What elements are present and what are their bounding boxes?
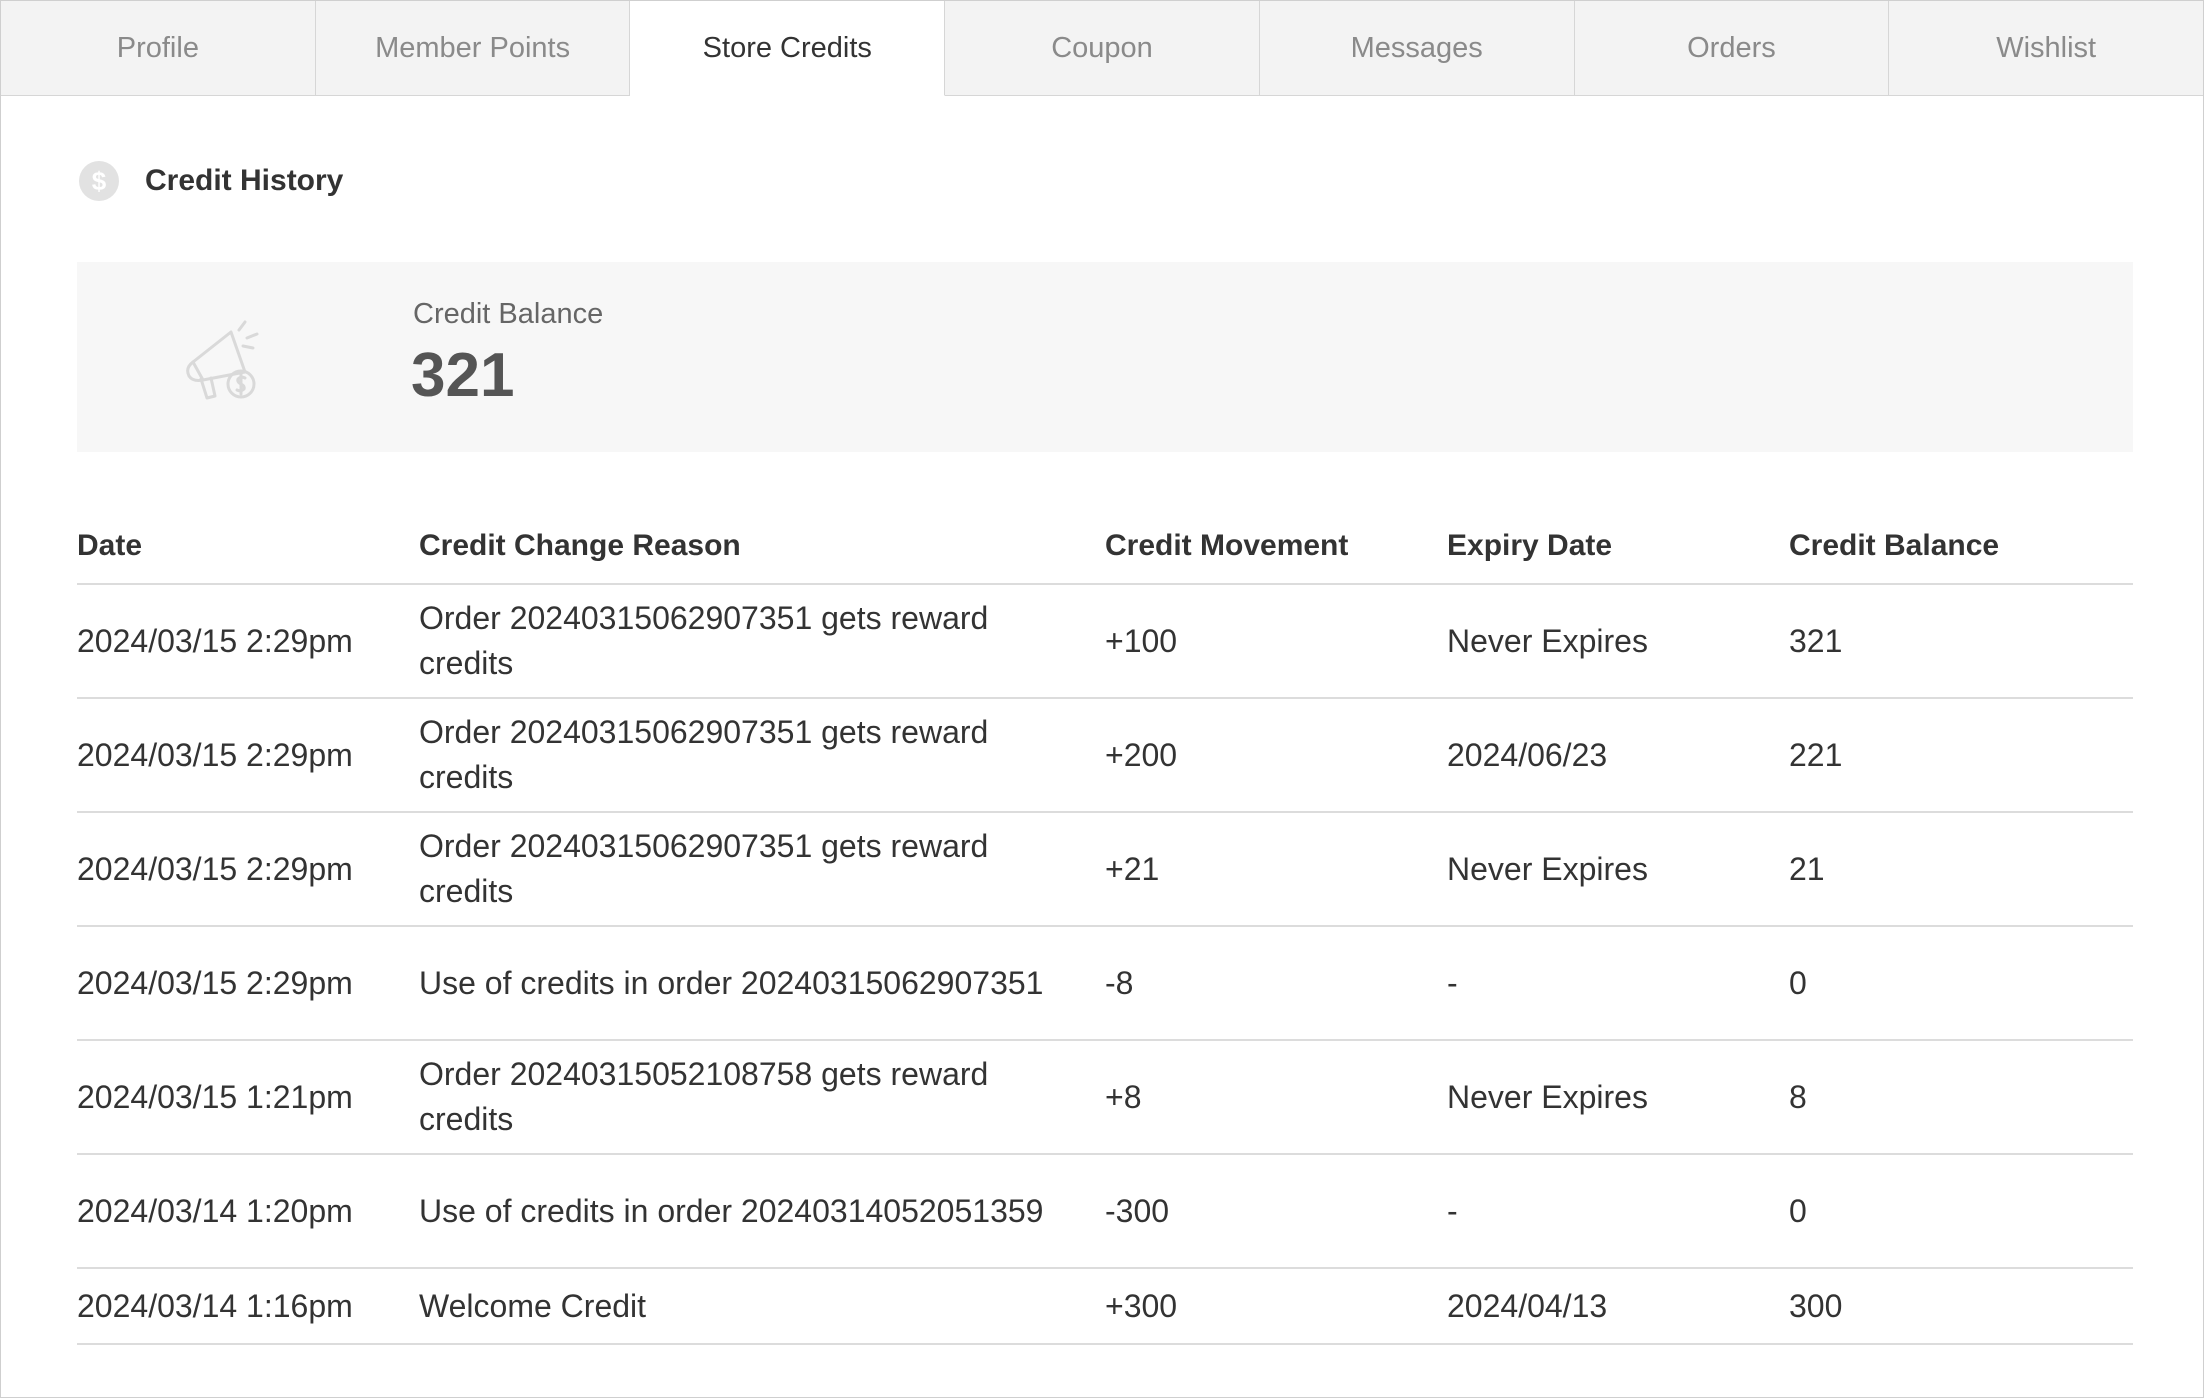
table-row: 2024/03/15 1:21pm Order 2024031505210875… [77,1040,2133,1155]
table-row: 2024/03/14 1:20pm Use of credits in orde… [77,1154,2133,1269]
credit-history-table: Date Credit Change Reason Credit Movemen… [77,509,2133,1345]
row-reason: Use of credits in order 2024031506290735… [419,926,1105,1041]
row-movement: +200 [1105,698,1447,813]
row-reason: Use of credits in order 2024031405205135… [419,1154,1105,1269]
row-date: 2024/03/15 1:21pm [77,1040,419,1155]
credit-balance-value: 321 [411,341,515,410]
table-row: 2024/03/14 1:16pm Welcome Credit +300 20… [77,1268,2133,1345]
tab-member-points[interactable]: Member Points [316,1,631,95]
credit-history-header: $ Credit History [79,159,343,203]
header-balance: Credit Balance [1789,509,2133,585]
row-balance: 0 [1789,1154,2133,1269]
row-date: 2024/03/15 2:29pm [77,584,419,699]
table-row: 2024/03/15 2:29pm Order 2024031506290735… [77,698,2133,813]
row-movement: -8 [1105,926,1447,1041]
row-date: 2024/03/15 2:29pm [77,812,419,927]
row-expiry: 2024/04/13 [1447,1268,1789,1345]
row-movement: +21 [1105,812,1447,927]
row-balance: 0 [1789,926,2133,1041]
row-date: 2024/03/15 2:29pm [77,926,419,1041]
section-title: Credit History [145,164,344,197]
header-expiry: Expiry Date [1447,509,1789,585]
row-expiry: Never Expires [1447,1040,1789,1155]
row-movement: -300 [1105,1154,1447,1269]
megaphone-dollar-icon [186,320,259,400]
tab-wishlist[interactable]: Wishlist [1889,1,2203,95]
header-movement: Credit Movement [1105,509,1447,585]
row-expiry: - [1447,926,1789,1041]
row-reason: Order 20240315062907351 gets reward cred… [419,698,1105,813]
row-expiry: Never Expires [1447,812,1789,927]
table-row: 2024/03/15 2:29pm Order 2024031506290735… [77,812,2133,927]
table-row: 2024/03/15 2:29pm Use of credits in orde… [77,926,2133,1041]
row-reason: Welcome Credit [419,1268,1105,1345]
row-expiry: - [1447,1154,1789,1269]
table-row: 2024/03/15 2:29pm Order 2024031506290735… [77,584,2133,699]
row-movement: +300 [1105,1268,1447,1345]
row-date: 2024/03/14 1:20pm [77,1154,419,1269]
row-date: 2024/03/14 1:16pm [77,1268,419,1345]
account-tabs: Profile Member Points Store Credits Coup… [1,1,2203,96]
credit-balance-label: Credit Balance [413,298,604,330]
tab-store-credits[interactable]: Store Credits [630,1,946,96]
row-reason: Order 20240315062907351 gets reward cred… [419,584,1105,699]
tab-messages[interactable]: Messages [1260,1,1575,95]
row-expiry: Never Expires [1447,584,1789,699]
table-header-row: Date Credit Change Reason Credit Movemen… [77,509,2133,585]
row-balance: 8 [1789,1040,2133,1155]
credit-balance-card: Credit Balance 321 [77,262,2133,452]
row-movement: +8 [1105,1040,1447,1155]
row-balance: 300 [1789,1268,2133,1345]
tab-coupon[interactable]: Coupon [945,1,1260,95]
header-reason: Credit Change Reason [419,509,1105,585]
row-balance: 21 [1789,812,2133,927]
row-movement: +100 [1105,584,1447,699]
row-expiry: 2024/06/23 [1447,698,1789,813]
dollar-circle-icon: $ [79,161,119,201]
tab-profile[interactable]: Profile [1,1,316,95]
account-panel: Profile Member Points Store Credits Coup… [0,0,2204,1398]
row-date: 2024/03/15 2:29pm [77,698,419,813]
row-reason: Order 20240315052108758 gets reward cred… [419,1040,1105,1155]
row-balance: 321 [1789,584,2133,699]
row-balance: 221 [1789,698,2133,813]
header-date: Date [77,509,419,585]
tab-orders[interactable]: Orders [1575,1,1890,95]
row-reason: Order 20240315062907351 gets reward cred… [419,812,1105,927]
